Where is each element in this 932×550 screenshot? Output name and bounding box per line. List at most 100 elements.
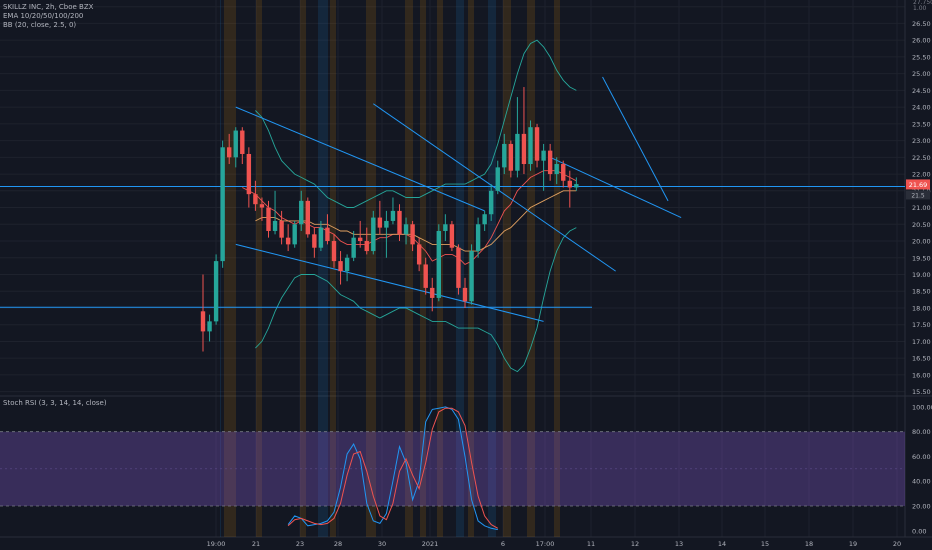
time-tick-label: 17:00 [536,540,555,548]
time-tick-label: 20 [893,540,901,548]
bb-legend[interactable]: BB (20, close, 2.5, 0) [3,21,93,30]
candle-body [240,130,245,154]
candle-body [200,311,206,332]
candle-body [246,153,252,195]
candle-body [233,130,238,158]
candle-body [358,237,363,242]
price-tick-label: 24.50 [912,87,931,95]
candle-body [384,220,389,228]
candle-body [390,210,396,221]
time-tick-label: 28 [334,540,342,548]
candle-body [377,217,383,228]
candle-body [285,237,291,245]
price-tick-label: 16.50 [912,355,931,363]
price-tick-label: 20.00 [912,238,931,246]
price-tick-label: 24.00 [912,104,931,112]
candle-body [475,224,481,252]
price-tick-label: 26.50 [912,20,931,28]
time-tick-label: 13 [675,540,683,548]
candle-body [299,200,304,225]
price-tick-label: 23.00 [912,137,931,145]
candle-body [371,217,376,252]
stoch-band [0,431,905,507]
candle-body [495,167,500,191]
price-tick-label: 18.50 [912,288,931,296]
candle-body [436,230,441,298]
candle-body [397,210,402,235]
time-tick-label: 14 [718,540,726,548]
stoch-tick-label: 40.00 [912,478,931,486]
price-tick-label: 19.00 [912,271,931,279]
stoch-tick-label: 80.00 [912,428,931,436]
ema-legend[interactable]: EMA 10/20/50/100/200 [3,12,93,21]
price-tick-label: 22.00 [912,171,931,179]
time-tick-label: 19:00 [207,540,226,548]
last-price-tag: 21.69 21.5 [906,179,930,200]
candle-body [351,237,356,258]
time-tick-label: 19 [849,540,857,548]
candle-body [515,133,520,171]
candle-body [227,147,232,158]
time-tick-label: 23 [296,540,304,548]
chart-legend: SKILLZ INC, 2h, Cboe BZX EMA 10/20/50/10… [3,3,93,30]
last-price-label: 21.69 [909,181,928,189]
candle-body [547,150,553,175]
stoch-tick-label: 60.00 [912,453,931,461]
price-tick-label: 17.50 [912,321,931,329]
candle-body [489,190,494,215]
candle-body [574,184,579,188]
candle-body [423,264,428,288]
candle-body [541,150,546,161]
price-tick-label: 16.00 [912,371,931,379]
candle-body [344,257,350,272]
time-tick-label: 30 [378,540,386,548]
candle-body [462,287,468,302]
candle-body [528,127,533,165]
candle-body [482,214,487,225]
candle-body [331,241,337,262]
trading-chart[interactable]: 27.7501.0015.5016.0016.5017.0017.5018.00… [0,0,932,550]
time-tick-label: 18 [805,540,813,548]
time-tick-label: 15 [761,540,769,548]
candle-body [534,127,540,161]
candle-body [456,247,461,288]
candle-body [508,143,514,171]
time-tick-label: 12 [631,540,639,548]
candle-body [312,234,317,248]
candle-body [220,147,225,262]
candle-body [272,220,278,231]
time-tick-label: 21 [252,540,260,548]
candle-body [213,261,219,322]
candle-body [430,287,435,298]
candle-body [266,207,271,231]
candle-body [318,227,324,248]
price-tick-label: 15.50 [912,388,931,396]
time-tick-label: 6 [501,540,505,548]
candle-body [207,321,212,332]
stoch-tick-label: 0.00 [912,527,926,535]
candle-body [253,194,258,205]
candle-body [325,227,330,242]
price-axis-top-label: 1.00 [913,5,927,12]
stoch-legend[interactable]: Stoch RSI (3, 3, 14, 14, close) [3,399,107,408]
candle-body [554,164,559,175]
stoch-tick-label: 20.00 [912,503,931,511]
time-tick-label: 11 [587,540,595,548]
time-tick-label: 2021 [422,540,439,548]
price-tick-label: 20.50 [912,221,931,229]
candle-body [403,224,409,235]
last-price-sub-label: 21.5 [911,192,925,199]
candle-body [292,224,297,245]
candle-body [449,224,455,248]
candle-body [364,241,369,252]
candle-body [469,251,474,302]
price-tick-label: 19.50 [912,254,931,262]
candle-body [338,261,343,272]
candle-body [259,204,265,208]
candle-body [502,143,507,168]
candle-body [567,180,572,188]
candle-body [561,164,566,181]
symbol-title[interactable]: SKILLZ INC, 2h, Cboe BZX [3,3,93,12]
price-tick-label: 25.00 [912,70,931,78]
price-tick-label: 18.00 [912,304,931,312]
